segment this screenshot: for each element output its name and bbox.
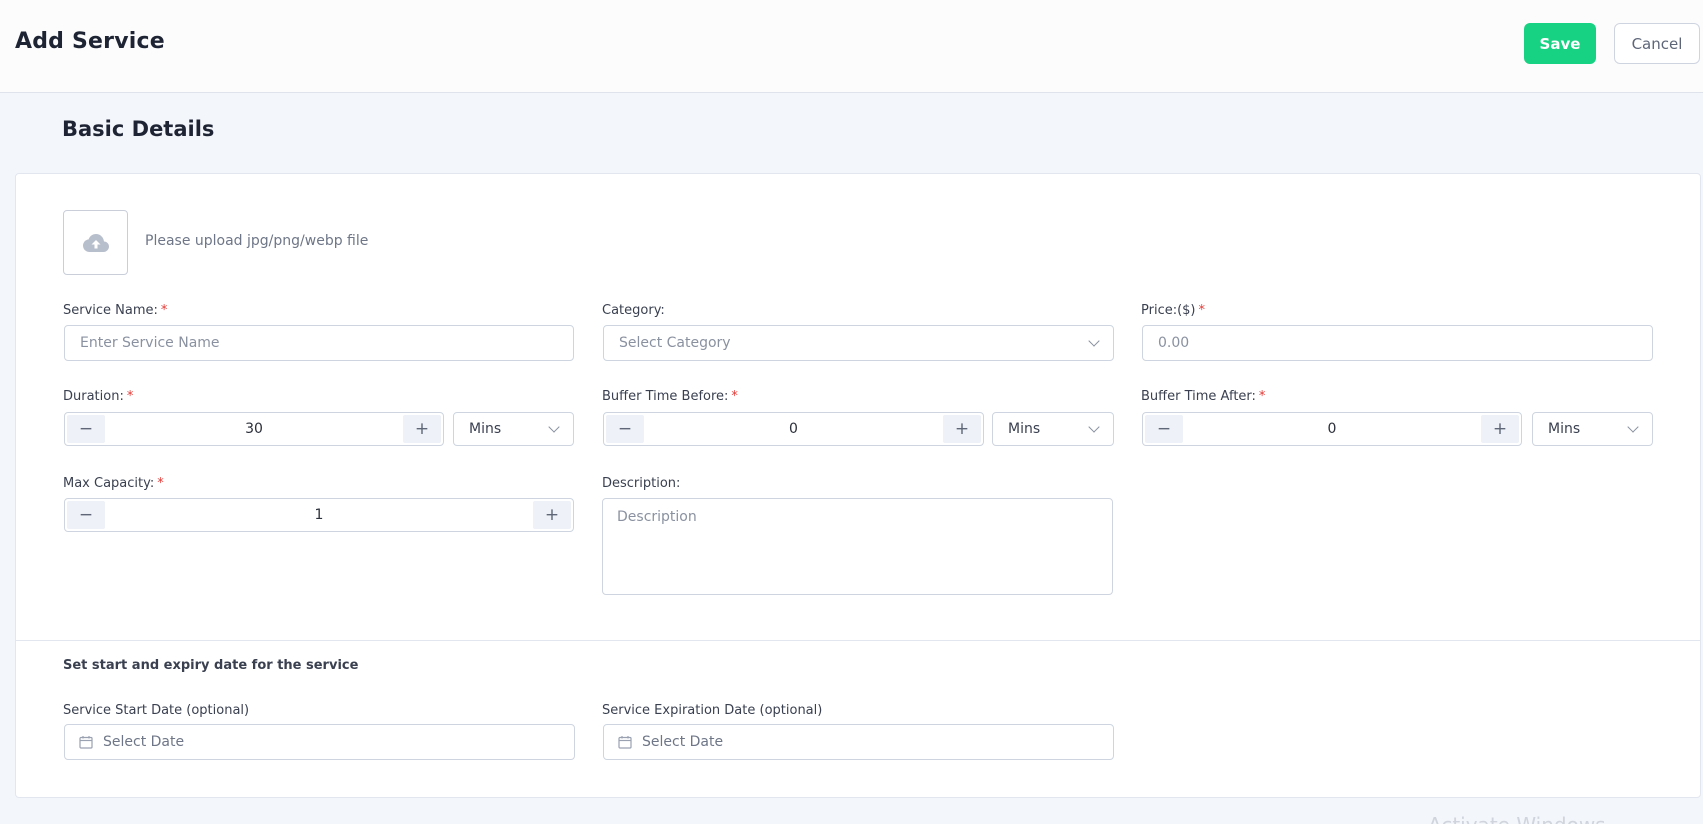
- buffer-before-value[interactable]: 0: [646, 413, 941, 445]
- cancel-button[interactable]: Cancel: [1614, 23, 1700, 64]
- price-input[interactable]: [1158, 335, 1637, 351]
- duration-label: Duration: *: [63, 389, 134, 404]
- buffer-after-unit-value: Mins: [1548, 421, 1581, 437]
- start-date-picker[interactable]: Select Date: [64, 724, 575, 760]
- expiry-date-label: Service Expiration Date (optional): [602, 703, 823, 718]
- max-capacity-value[interactable]: 1: [107, 499, 531, 531]
- duration-value[interactable]: 30: [107, 413, 401, 445]
- duration-increment-button[interactable]: +: [403, 415, 441, 443]
- duration-stepper: − 30 +: [64, 412, 444, 446]
- price-field: [1142, 325, 1653, 361]
- calendar-icon: [79, 736, 93, 749]
- description-textarea[interactable]: [602, 498, 1113, 595]
- buffer-after-label: Buffer Time After: *: [1141, 389, 1266, 404]
- duration-unit-value: Mins: [469, 421, 502, 437]
- chevron-down-icon: [1088, 420, 1100, 433]
- basic-details-card: [15, 173, 1701, 798]
- max-capacity-increment-button[interactable]: +: [533, 501, 571, 529]
- calendar-icon: [618, 736, 632, 749]
- buffer-before-unit-value: Mins: [1008, 421, 1041, 437]
- max-capacity-decrement-button[interactable]: −: [67, 501, 105, 529]
- price-label: Price:($) *: [1141, 303, 1206, 318]
- buffer-after-stepper: − 0 +: [1142, 412, 1522, 446]
- max-capacity-stepper: − 1 +: [64, 498, 574, 532]
- cloud-upload-icon: [82, 233, 109, 252]
- chevron-down-icon: [1088, 334, 1100, 347]
- section-title: Basic Details: [62, 117, 215, 141]
- expiry-date-picker[interactable]: Select Date: [603, 724, 1114, 760]
- buffer-after-value[interactable]: 0: [1185, 413, 1479, 445]
- dates-heading: Set start and expiry date for the servic…: [63, 658, 359, 673]
- top-bar: Add Service Save Cancel: [0, 0, 1703, 93]
- service-name-field: [64, 325, 574, 361]
- category-select[interactable]: Select Category: [603, 325, 1114, 361]
- upload-hint: Please upload jpg/png/webp file: [145, 233, 369, 249]
- description-label: Description:: [602, 476, 681, 491]
- start-date-label: Service Start Date (optional): [63, 703, 250, 718]
- category-label: Category:: [602, 303, 665, 318]
- activate-windows-watermark: Activate Windows: [1428, 813, 1606, 824]
- page-title: Add Service: [15, 29, 165, 54]
- save-button[interactable]: Save: [1524, 23, 1596, 64]
- duration-unit-select[interactable]: Mins: [453, 412, 574, 446]
- service-name-label: Service Name: *: [63, 303, 168, 318]
- chevron-down-icon: [1627, 420, 1639, 433]
- category-placeholder: Select Category: [619, 335, 731, 351]
- image-upload-button[interactable]: [63, 210, 128, 275]
- buffer-after-increment-button[interactable]: +: [1481, 415, 1519, 443]
- service-name-input[interactable]: [80, 335, 558, 351]
- expiry-date-placeholder: Select Date: [642, 734, 724, 750]
- buffer-before-label: Buffer Time Before: *: [602, 389, 738, 404]
- buffer-before-decrement-button[interactable]: −: [606, 415, 644, 443]
- chevron-down-icon: [548, 420, 560, 433]
- buffer-before-stepper: − 0 +: [603, 412, 984, 446]
- max-capacity-label: Max Capacity: *: [63, 476, 164, 491]
- buffer-before-increment-button[interactable]: +: [943, 415, 981, 443]
- buffer-after-decrement-button[interactable]: −: [1145, 415, 1183, 443]
- buffer-before-unit-select[interactable]: Mins: [992, 412, 1114, 446]
- duration-decrement-button[interactable]: −: [67, 415, 105, 443]
- buffer-after-unit-select[interactable]: Mins: [1532, 412, 1653, 446]
- section-divider: [15, 640, 1701, 641]
- start-date-placeholder: Select Date: [103, 734, 185, 750]
